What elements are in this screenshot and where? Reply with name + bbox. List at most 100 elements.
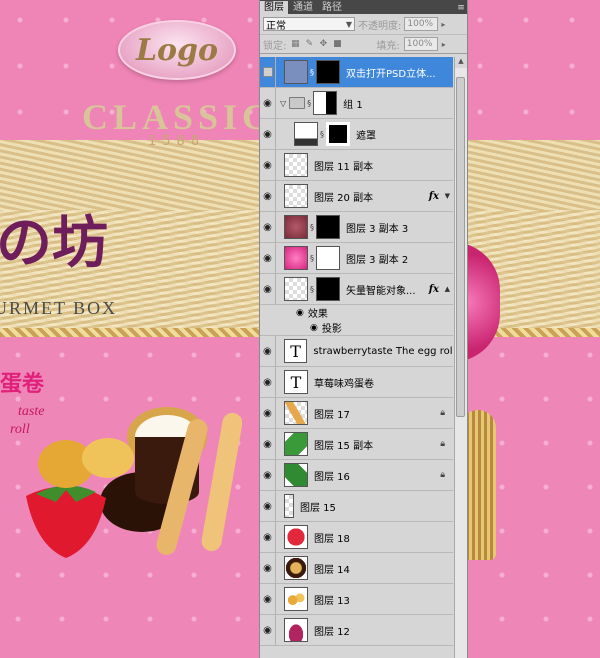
- opacity-arrow-icon[interactable]: ▸: [441, 20, 445, 29]
- layers-panel[interactable]: 图层 通道 路径 ≡ 正常 ▼ 不透明度: 100% ▸ 锁定: ▦ ✎ ✥ ■…: [259, 0, 468, 658]
- visibility-toggle[interactable]: [260, 57, 276, 87]
- mask-thumbnail: [316, 60, 340, 84]
- scrollbar-thumb[interactable]: [456, 77, 465, 417]
- layer-row[interactable]: ◉ 图层 20 副本 fx ▼: [260, 181, 453, 212]
- lock-icon: 🔒︎: [440, 408, 445, 418]
- fill-arrow-icon[interactable]: ▸: [442, 40, 446, 49]
- lock-position-icon[interactable]: ✥: [318, 39, 328, 49]
- visibility-toggle[interactable]: ◉: [260, 615, 276, 645]
- layer-name: 图层 14: [314, 564, 350, 576]
- effects-eye-icon[interactable]: ◉: [296, 308, 304, 318]
- visibility-toggle[interactable]: ◉: [260, 553, 276, 583]
- chevron-down-icon: ▼: [345, 19, 352, 29]
- fx-icon[interactable]: fx: [429, 191, 439, 202]
- link-icon: §: [310, 284, 314, 294]
- year-text: 1588: [148, 134, 206, 149]
- visibility-toggle[interactable]: ◉: [260, 212, 276, 242]
- eye-icon: ◉: [263, 159, 272, 171]
- link-icon: §: [310, 253, 314, 263]
- layer-row[interactable]: ◉ § 矢量智能对象... fx ▲: [260, 274, 453, 305]
- layer-row[interactable]: ◉ 图层 18: [260, 522, 453, 553]
- eye-icon: ◉: [263, 252, 272, 264]
- layer-row[interactable]: ◉ T 草莓味鸡蛋卷: [260, 367, 453, 398]
- visibility-toggle[interactable]: ◉: [260, 491, 276, 521]
- layer-thumbnail: [284, 60, 308, 84]
- layer-row[interactable]: § 双击打开PSD立体...: [260, 57, 453, 88]
- layer-name: 矢量智能对象...: [346, 285, 416, 297]
- layer-row[interactable]: ◉ 图层 15 副本 🔒︎: [260, 429, 453, 460]
- visibility-empty-icon: [262, 67, 273, 77]
- visibility-toggle[interactable]: ◉: [260, 584, 276, 614]
- layer-row[interactable]: ◉ § 图层 3 副本 3: [260, 212, 453, 243]
- eye-icon: ◉: [263, 376, 272, 388]
- text-layer-icon: T: [283, 339, 308, 363]
- eye-icon: ◉: [263, 283, 272, 295]
- visibility-toggle[interactable]: ◉: [260, 181, 276, 211]
- lock-all-icon[interactable]: ■: [332, 39, 342, 49]
- tab-paths[interactable]: 路径: [318, 1, 346, 14]
- layer-thumbnail: [284, 277, 308, 301]
- fx-icon[interactable]: fx: [429, 284, 439, 295]
- fill-input[interactable]: 100%: [403, 37, 438, 51]
- layer-name: 图层 11 副本: [314, 161, 374, 173]
- blend-row: 正常 ▼ 不透明度: 100% ▸: [260, 14, 467, 35]
- tab-layers[interactable]: 图层: [260, 1, 288, 14]
- eye-icon: ◉: [263, 500, 272, 512]
- visibility-toggle[interactable]: [260, 320, 276, 335]
- effects-label: 效果: [307, 309, 328, 320]
- layer-thumbnail: [284, 556, 308, 580]
- layer-name: 图层 16: [314, 471, 350, 483]
- lock-pixels-icon[interactable]: ✎: [304, 39, 314, 49]
- layer-row[interactable]: ◉ 图层 17 🔒︎: [260, 398, 453, 429]
- layer-name: 图层 3 副本 2: [346, 254, 409, 266]
- layer-name: 图层 20 副本: [314, 192, 374, 204]
- panel-menu-icon[interactable]: ≡: [455, 2, 467, 14]
- layer-row[interactable]: ◉ § 遮罩: [260, 119, 453, 150]
- opacity-input[interactable]: 100%: [404, 17, 439, 31]
- visibility-toggle[interactable]: ◉: [260, 119, 276, 149]
- visibility-toggle[interactable]: ◉: [260, 274, 276, 304]
- layer-name: 双击打开PSD立体...: [346, 68, 436, 80]
- lock-transparency-icon[interactable]: ▦: [290, 39, 300, 49]
- drop-shadow-eye-icon[interactable]: ◉: [310, 323, 318, 333]
- layer-name: 图层 13: [314, 595, 350, 607]
- visibility-toggle[interactable]: ◉: [260, 367, 276, 397]
- visibility-toggle[interactable]: ◉: [260, 522, 276, 552]
- layer-name: strawberrytaste The egg roll: [313, 345, 453, 357]
- visibility-toggle[interactable]: ◉: [260, 243, 276, 273]
- egg-roll-title: 蛋卷: [0, 372, 45, 397]
- layer-row[interactable]: ◉ 图层 15: [260, 491, 453, 522]
- layer-thumbnail: [284, 401, 308, 425]
- layer-thumbnail: [284, 463, 308, 487]
- blend-mode-select[interactable]: 正常 ▼: [263, 17, 355, 32]
- expand-arrow-icon[interactable]: ▲: [445, 285, 450, 293]
- scroll-up-icon[interactable]: ▲: [455, 57, 467, 68]
- layer-row[interactable]: ◉ 图层 14: [260, 553, 453, 584]
- link-icon: §: [310, 222, 314, 232]
- effects-row[interactable]: ◉ 效果: [260, 305, 453, 320]
- layers-scrollbar[interactable]: ▲: [454, 57, 467, 658]
- visibility-toggle[interactable]: ◉: [260, 336, 276, 366]
- visibility-toggle[interactable]: ◉: [260, 150, 276, 180]
- collapse-arrow-icon[interactable]: ▼: [445, 192, 450, 200]
- drop-shadow-row[interactable]: ◉ 投影: [260, 320, 453, 336]
- visibility-toggle[interactable]: ◉: [260, 429, 276, 459]
- visibility-toggle[interactable]: ◉: [260, 460, 276, 490]
- layer-row[interactable]: ◉ 图层 13: [260, 584, 453, 615]
- eye-icon: ◉: [263, 593, 272, 605]
- layer-row[interactable]: ◉ 图层 16 🔒︎: [260, 460, 453, 491]
- visibility-toggle[interactable]: ◉: [260, 398, 276, 428]
- visibility-toggle[interactable]: [260, 305, 276, 320]
- opacity-label: 不透明度:: [358, 20, 402, 32]
- layer-row[interactable]: ◉ 图层 11 副本: [260, 150, 453, 181]
- visibility-toggle[interactable]: ◉: [260, 88, 276, 118]
- blend-mode-value: 正常: [266, 20, 286, 32]
- layer-row[interactable]: ◉ § 图层 3 副本 2: [260, 243, 453, 274]
- layer-row[interactable]: ◉ 图层 12: [260, 615, 453, 646]
- layer-row[interactable]: ◉ T strawberrytaste The egg roll: [260, 336, 453, 367]
- layer-name: 草莓味鸡蛋卷: [314, 378, 374, 390]
- expand-triangle-icon[interactable]: ▽: [280, 99, 286, 108]
- layer-row[interactable]: ◉ ▽ § 组 1: [260, 88, 453, 119]
- eye-icon: ◉: [263, 190, 272, 202]
- tab-channels[interactable]: 通道: [289, 1, 317, 14]
